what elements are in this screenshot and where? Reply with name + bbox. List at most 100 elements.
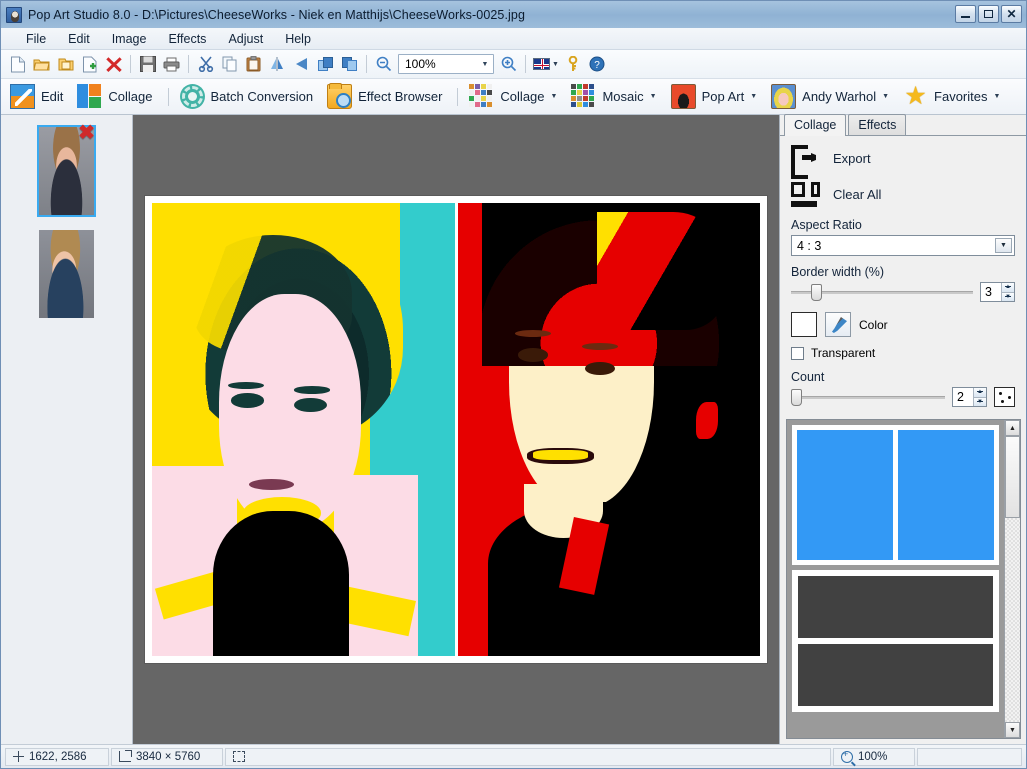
edit-button-label: Edit <box>41 89 64 104</box>
open-folder-icon[interactable] <box>30 53 53 76</box>
scroll-up-button[interactable]: ▲ <box>1005 420 1020 436</box>
tab-effects[interactable]: Effects <box>848 114 907 135</box>
tab-collage[interactable]: Collage <box>784 114 847 136</box>
zoom-combobox[interactable]: 100% ▼ <box>398 54 494 74</box>
collage-menu-label: Collage <box>500 89 545 104</box>
border-width-stepper[interactable]: 3 ▲ ▼ <box>980 282 1015 302</box>
mosaic-menu-label: Mosaic <box>602 89 644 104</box>
collage-button-label: Collage <box>108 89 153 104</box>
canvas-area[interactable] <box>133 115 779 744</box>
thumbnail-2[interactable] <box>37 228 96 320</box>
pop-art-panel-left[interactable] <box>152 203 455 656</box>
slider-knob[interactable] <box>791 389 802 406</box>
delete-icon[interactable] <box>102 53 125 76</box>
count-slider[interactable] <box>791 388 945 406</box>
stepper-up-icon[interactable]: ▲ <box>1002 283 1014 293</box>
favorites-menu-button[interactable]: ★ Favorites ▼ <box>900 82 1007 112</box>
chevron-down-icon[interactable]: ▼ <box>882 93 889 100</box>
count-stepper[interactable]: 2 ▲ ▼ <box>952 387 987 407</box>
menu-item-edit[interactable]: Edit <box>57 29 101 49</box>
border-width-slider[interactable] <box>791 283 973 301</box>
zoom-in-icon[interactable] <box>497 53 520 76</box>
toolbar-separator <box>188 55 189 73</box>
menu-item-help[interactable]: Help <box>274 29 322 49</box>
chevron-down-icon[interactable]: ▼ <box>650 93 657 100</box>
copy-icon[interactable] <box>218 53 241 76</box>
border-width-row: 3 ▲ ▼ <box>791 282 1015 302</box>
slider-knob[interactable] <box>811 284 823 301</box>
new-file-icon[interactable] <box>6 53 29 76</box>
menu-item-adjust[interactable]: Adjust <box>217 29 274 49</box>
key-icon[interactable] <box>562 53 585 76</box>
pop-art-menu-button[interactable]: Pop Art ▼ <box>668 82 765 112</box>
chevron-down-icon[interactable]: ▼ <box>995 238 1012 253</box>
teeth-shape <box>533 450 588 461</box>
zoom-out-icon[interactable] <box>372 53 395 76</box>
export-button[interactable]: Export <box>791 145 1015 179</box>
batch-conversion-button[interactable]: Batch Conversion <box>177 82 321 112</box>
toolbar-separator <box>130 55 131 73</box>
effect-browser-button[interactable]: Effect Browser <box>324 82 449 112</box>
collage-menu-button[interactable]: Collage ▼ <box>466 82 564 112</box>
chevron-down-icon[interactable]: ▼ <box>477 55 493 73</box>
chevron-down-icon[interactable]: ▼ <box>551 93 558 100</box>
minimize-button[interactable] <box>955 5 976 23</box>
close-button[interactable]: ✕ <box>1001 5 1022 23</box>
paste-icon[interactable] <box>242 53 265 76</box>
thumbnail-1[interactable]: ✖ <box>37 123 96 217</box>
transparent-row: Transparent <box>791 346 1015 360</box>
zoom-value: 100% <box>405 57 436 71</box>
clear-all-button[interactable]: Clear All <box>791 182 1015 207</box>
template-horizontal-bands[interactable] <box>792 570 999 712</box>
count-row: 2 ▲ ▼ <box>791 387 1015 407</box>
aspect-ratio-label: Aspect Ratio <box>791 218 862 232</box>
print-icon[interactable] <box>160 53 183 76</box>
scroll-down-button[interactable]: ▼ <box>1005 722 1020 738</box>
add-file-icon[interactable] <box>78 53 101 76</box>
application-window: Pop Art Studio 8.0 - D:\Pictures\CheeseW… <box>0 0 1027 769</box>
scrollbar-thumb[interactable] <box>1005 436 1020 518</box>
language-flag-icon[interactable]: ▼ <box>531 53 561 76</box>
delete-thumbnail-icon[interactable]: ✖ <box>77 123 96 144</box>
arrange-icon[interactable] <box>338 53 361 76</box>
cut-icon[interactable] <box>194 53 217 76</box>
menu-item-effects[interactable]: Effects <box>157 29 217 49</box>
stepper-down-icon[interactable]: ▼ <box>1002 292 1014 301</box>
collage-button[interactable]: Collage <box>74 82 159 112</box>
collage-preview[interactable] <box>145 196 767 663</box>
title-bar: Pop Art Studio 8.0 - D:\Pictures\CheeseW… <box>1 1 1026 28</box>
border-width-value: 3 <box>985 285 992 299</box>
help-icon[interactable]: ? <box>586 53 609 76</box>
template-scrollbar[interactable]: ▲ ▼ <box>1004 420 1020 738</box>
menu-item-image[interactable]: Image <box>101 29 158 49</box>
andy-warhol-menu-button[interactable]: Andy Warhol ▼ <box>768 82 896 112</box>
transparent-checkbox[interactable] <box>791 346 804 360</box>
flip-horizontal-icon[interactable] <box>266 53 289 76</box>
aspect-ratio-select[interactable]: 4 : 3 ▼ <box>791 235 1015 256</box>
pop-art-panel-right[interactable] <box>457 203 760 656</box>
chevron-down-icon[interactable]: ▼ <box>750 93 757 100</box>
stepper-up-icon[interactable]: ▲ <box>974 388 986 398</box>
export-label: Export <box>833 150 871 166</box>
edit-icon <box>10 84 35 109</box>
maximize-button[interactable] <box>978 5 999 23</box>
rotate-right-icon[interactable] <box>314 53 337 76</box>
open-recent-icon[interactable] <box>54 53 77 76</box>
chevron-down-icon[interactable]: ▼ <box>994 93 1001 100</box>
color-swatch[interactable] <box>791 312 817 337</box>
thumbnail-image <box>39 230 94 318</box>
randomize-dice-icon[interactable] <box>994 387 1015 407</box>
mosaic-menu-button[interactable]: Mosaic ▼ <box>568 82 663 112</box>
stepper-down-icon[interactable]: ▼ <box>974 397 986 406</box>
window-controls: ✕ <box>955 5 1022 23</box>
template-list[interactable]: ▲ ▼ <box>786 419 1021 739</box>
scrollbar-track[interactable] <box>1005 436 1020 722</box>
edit-button[interactable]: Edit <box>7 82 70 112</box>
save-icon[interactable] <box>136 53 159 76</box>
rotate-left-icon[interactable] <box>290 53 313 76</box>
menu-item-file[interactable]: File <box>15 29 57 49</box>
eyedropper-icon[interactable] <box>825 312 851 337</box>
zoom-icon <box>841 749 853 763</box>
template-two-vertical[interactable] <box>792 425 999 565</box>
favorites-menu-label: Favorites <box>934 89 988 104</box>
